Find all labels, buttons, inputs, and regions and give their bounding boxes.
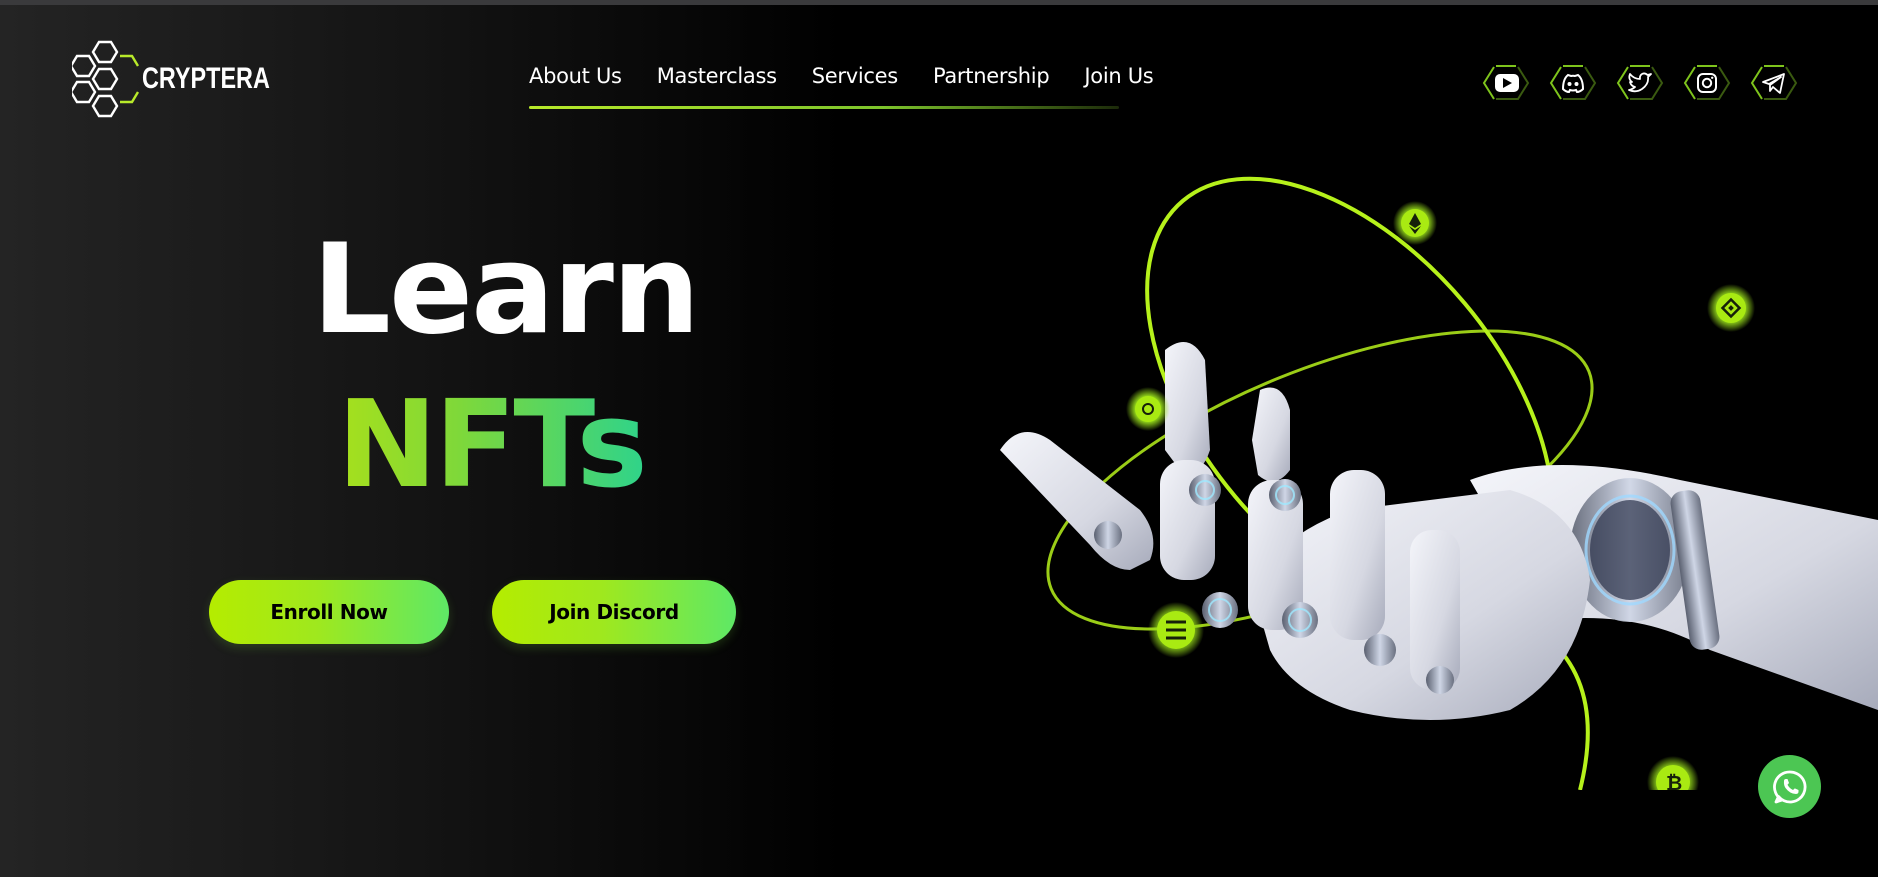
window-top-border (0, 0, 1878, 5)
hexagon-logo-icon (72, 40, 140, 118)
telegram-icon[interactable] (1750, 64, 1798, 102)
nav-item-services[interactable]: Services (812, 64, 898, 104)
social-links (1482, 64, 1798, 102)
hero-title-learn: Learn (312, 218, 700, 362)
robot-hand-illustration: ₿ (990, 150, 1878, 808)
nav-active-underline (529, 106, 1119, 109)
discord-icon[interactable] (1549, 64, 1597, 102)
brand-logo[interactable]: CRYPTERA (72, 40, 270, 124)
main-nav: About Us Masterclass Services Partnershi… (529, 64, 1154, 104)
youtube-icon[interactable] (1482, 64, 1530, 102)
enroll-now-button[interactable]: Enroll Now (209, 580, 449, 644)
hero-title-nfts: NFTs (337, 376, 648, 515)
nav-item-partnership[interactable]: Partnership (933, 64, 1050, 104)
nav-item-masterclass[interactable]: Masterclass (657, 64, 777, 104)
instagram-icon[interactable] (1683, 64, 1731, 102)
brand-name: CRYPTERA (142, 62, 270, 95)
whatsapp-icon[interactable] (1758, 755, 1821, 818)
nav-item-join-us[interactable]: Join Us (1084, 64, 1153, 104)
twitter-icon[interactable] (1616, 64, 1664, 102)
nav-item-about-us[interactable]: About Us (529, 64, 622, 104)
join-discord-button[interactable]: Join Discord (492, 580, 736, 644)
